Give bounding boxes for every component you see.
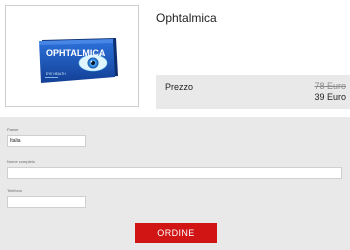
new-price: 39 Euro: [314, 92, 346, 102]
phone-label: Telefono: [7, 188, 23, 193]
price-panel: Prezzo 78 Euro 39 Euro: [156, 75, 350, 109]
order-form: Paese Nome completo Telefono ORDINE: [0, 117, 350, 250]
eye-drops-package-image: OPHTALMICA NOVO EYE HEALTH: [37, 37, 119, 85]
product-image-frame: OPHTALMICA NOVO EYE HEALTH: [5, 5, 139, 107]
full-name-label: Nome completo: [7, 159, 36, 164]
country-field[interactable]: [7, 135, 86, 147]
box-subtitle-text: NOVO: [95, 53, 105, 57]
country-label: Paese: [7, 127, 19, 132]
product-header-section: OPHTALMICA NOVO EYE HEALTH Ophtalmica Pr…: [0, 0, 350, 117]
product-title: Ophtalmica: [156, 11, 217, 25]
box-caption-text: EYE HEALTH: [46, 72, 66, 76]
full-name-field[interactable]: [7, 167, 342, 179]
price-label: Prezzo: [165, 82, 194, 92]
old-price: 78 Euro: [314, 81, 346, 91]
order-submit-button[interactable]: ORDINE: [135, 223, 217, 243]
phone-field[interactable]: [7, 196, 86, 208]
